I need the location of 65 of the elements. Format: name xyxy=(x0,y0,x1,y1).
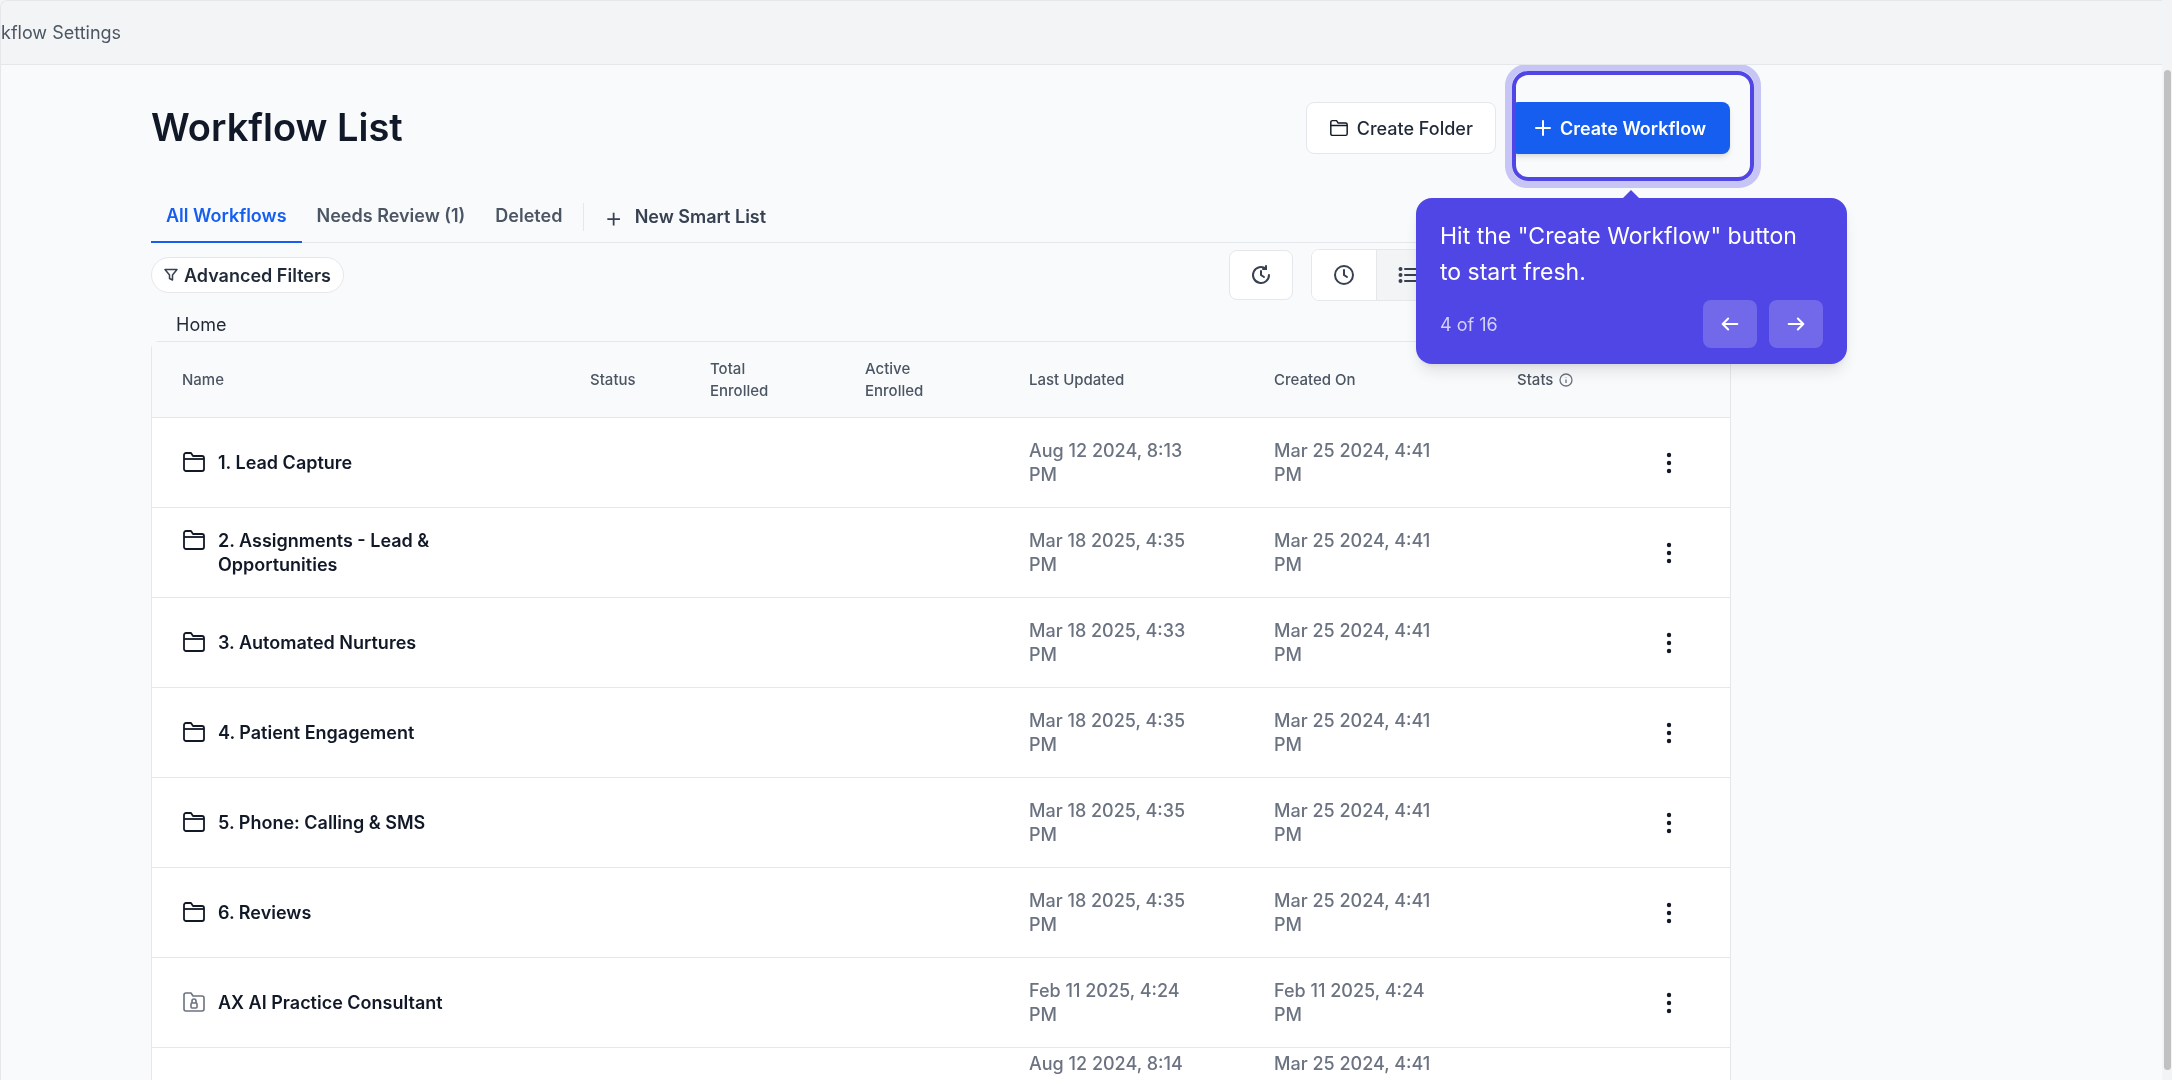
folder-icon xyxy=(182,528,206,551)
workflow-name[interactable]: 2. Assignments - Lead & Opportunities xyxy=(218,528,448,577)
folder-icon xyxy=(182,720,206,743)
history-icon xyxy=(1249,263,1273,287)
workflow-name[interactable]: 1. Lead Capture xyxy=(218,450,448,475)
clock-icon xyxy=(1332,263,1356,287)
history-button[interactable] xyxy=(1229,250,1293,300)
step-counter: 4 of 16 xyxy=(1440,312,1498,337)
workflow-name[interactable]: 6. Reviews xyxy=(218,900,448,925)
column-header[interactable]: Active Enrolled xyxy=(865,357,945,402)
more-options-icon[interactable] xyxy=(1666,631,1672,654)
column-header[interactable]: Stats xyxy=(1517,368,1554,391)
more-options-icon[interactable] xyxy=(1666,721,1672,744)
table-cell-text: Aug 12 2024, 8:14 xyxy=(1029,1052,1184,1076)
table-cell-text: Mar 18 2025, 4:35 PM xyxy=(1029,708,1187,757)
more-options-icon[interactable] xyxy=(1666,451,1672,474)
workflow-name[interactable]: 4. Patient Engagement xyxy=(218,720,448,745)
table-cell-text: Feb 11 2025, 4:24 PM xyxy=(1029,978,1181,1027)
plus-icon: + xyxy=(604,202,623,231)
table-cell-text: Mar 18 2025, 4:35 PM xyxy=(1029,798,1187,847)
column-header[interactable]: Total Enrolled xyxy=(710,357,790,402)
table-cell-text: Mar 25 2024, 4:41 PM xyxy=(1274,618,1432,667)
folder-icon xyxy=(182,630,206,653)
table-cell-text: Feb 11 2025, 4:24 PM xyxy=(1274,978,1426,1027)
table-cell-text: Mar 25 2024, 4:41 PM xyxy=(1274,708,1432,757)
plus-icon xyxy=(1533,119,1552,137)
table-cell-text: Aug 12 2024, 8:13 PM xyxy=(1029,438,1184,487)
page-title: Workflow List xyxy=(151,102,403,152)
table-cell-text: Mar 25 2024, 4:41 PM xyxy=(1274,438,1432,487)
table-cell-text: Mar 18 2025, 4:35 PM xyxy=(1029,528,1187,577)
more-options-icon[interactable] xyxy=(1666,811,1672,834)
column-header[interactable]: Last Updated xyxy=(1029,368,1274,391)
next-button[interactable] xyxy=(1769,300,1823,348)
tab[interactable]: Deleted xyxy=(480,190,578,243)
new-smart-list-button[interactable]: + New Smart List xyxy=(590,190,781,243)
folder-icon xyxy=(182,810,206,833)
table-cell-text: Mar 18 2025, 4:33 PM xyxy=(1029,618,1187,667)
table-cell-text: Mar 18 2025, 4:35 PM xyxy=(1029,888,1187,937)
locked-folder-icon xyxy=(182,990,206,1013)
breadcrumb[interactable]: Home xyxy=(176,310,227,338)
folder-icon xyxy=(182,900,206,923)
more-options-icon[interactable] xyxy=(1666,541,1672,564)
workflow-name[interactable]: 5. Phone: Calling & SMS xyxy=(218,810,448,835)
tab[interactable]: Needs Review (1) xyxy=(301,190,481,243)
tab[interactable]: All Workflows xyxy=(151,190,302,243)
advanced-filters-button[interactable]: Advanced Filters xyxy=(151,257,344,293)
previous-button[interactable] xyxy=(1703,300,1757,348)
create-folder-button[interactable]: Create Folder xyxy=(1305,102,1496,154)
filter-icon xyxy=(164,268,178,282)
table-cell-text: Mar 25 2024, 4:41 xyxy=(1274,1052,1432,1076)
workflow-name[interactable]: AX AI Practice Consultant xyxy=(218,990,448,1015)
column-header[interactable]: Status xyxy=(590,368,710,391)
column-header[interactable]: Name xyxy=(182,368,590,391)
folder-icon xyxy=(182,450,206,473)
workflow-name[interactable]: 3. Automated Nurtures xyxy=(218,630,448,655)
more-options-icon[interactable] xyxy=(1666,901,1672,924)
column-header[interactable]: Created On xyxy=(1274,368,1517,391)
more-options-icon[interactable] xyxy=(1666,991,1672,1014)
table-cell-text: Mar 25 2024, 4:41 PM xyxy=(1274,798,1432,847)
table-cell-text: Mar 25 2024, 4:41 PM xyxy=(1274,528,1432,577)
table-cell-text: Mar 25 2024, 4:41 PM xyxy=(1274,888,1432,937)
page-header-title: kflow Settings xyxy=(1,21,122,45)
tooltip-text: Hit the "Create Workflow" button to start fresh. xyxy=(1440,221,1798,288)
folder-icon xyxy=(1328,119,1349,137)
info-icon xyxy=(1559,372,1574,387)
